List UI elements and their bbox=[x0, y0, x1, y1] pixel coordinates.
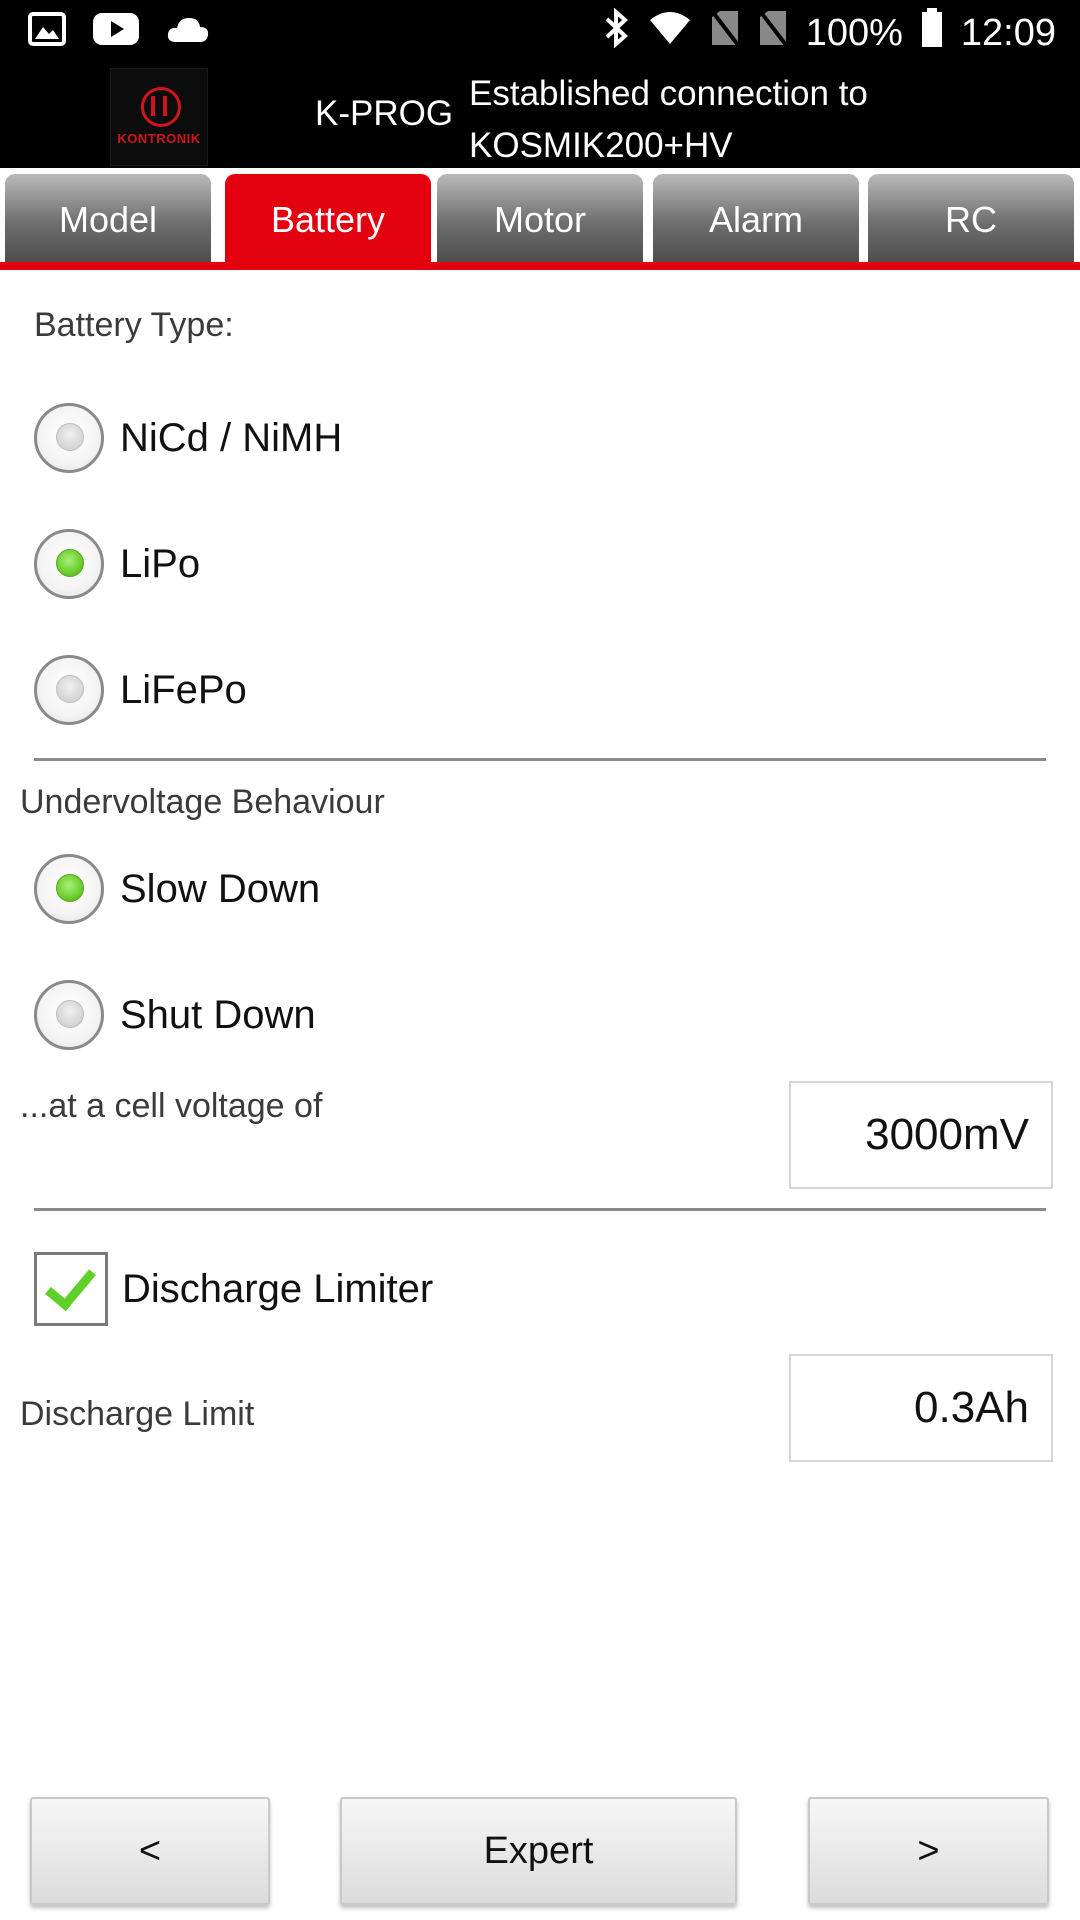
battery-type-label: Battery Type: bbox=[34, 306, 234, 344]
radio-label: Shut Down bbox=[120, 992, 316, 1037]
radio-button[interactable] bbox=[34, 529, 104, 599]
clock: 12:09 bbox=[960, 11, 1056, 54]
tab-underline bbox=[0, 262, 1080, 270]
bluetooth-icon bbox=[604, 7, 630, 58]
discharge-limiter-label: Discharge Limiter bbox=[122, 1267, 434, 1311]
radio-label: LiPo bbox=[120, 541, 201, 586]
undervoltage-label: Undervoltage Behaviour bbox=[20, 783, 385, 821]
tab-battery[interactable]: Battery bbox=[225, 174, 431, 262]
cloud-icon bbox=[166, 14, 210, 49]
tab-alarm[interactable]: Alarm bbox=[653, 174, 859, 262]
expert-button[interactable]: Expert bbox=[340, 1797, 737, 1905]
divider bbox=[34, 758, 1046, 761]
status-bar: 100% 12:09 bbox=[0, 0, 1080, 62]
battery-percent: 100% bbox=[805, 11, 903, 54]
cell-voltage-label: ...at a cell voltage of bbox=[20, 1087, 323, 1125]
discharge-limit-field[interactable]: 0.3Ah bbox=[789, 1354, 1053, 1462]
radio-button[interactable] bbox=[34, 403, 104, 473]
image-icon bbox=[28, 12, 66, 51]
tab-bar: Model Battery Motor Alarm RC bbox=[0, 168, 1080, 272]
youtube-icon bbox=[92, 12, 140, 51]
divider bbox=[34, 1208, 1046, 1211]
radio-lipo[interactable]: LiPo bbox=[34, 526, 200, 602]
no-sim-icon bbox=[710, 9, 740, 57]
tab-motor[interactable]: Motor bbox=[437, 174, 643, 262]
connection-status: Established connection to KOSMIK200+HV bbox=[469, 74, 868, 165]
wifi-icon bbox=[648, 10, 692, 56]
radio-label: LiFePo bbox=[120, 667, 247, 712]
app-header: KONTRONIK K-PROG Established connection … bbox=[0, 62, 1080, 168]
kontronik-logo: KONTRONIK bbox=[110, 68, 208, 166]
radio-label: NiCd / NiMH bbox=[120, 415, 343, 460]
radio-label: Slow Down bbox=[120, 866, 321, 911]
radio-nicd-nimh[interactable]: NiCd / NiMH bbox=[34, 400, 342, 476]
radio-button[interactable] bbox=[34, 655, 104, 725]
radio-button[interactable] bbox=[34, 980, 104, 1050]
radio-slow-down[interactable]: Slow Down bbox=[34, 851, 320, 927]
discharge-limit-label: Discharge Limit bbox=[20, 1395, 255, 1433]
discharge-limiter-checkbox[interactable] bbox=[34, 1252, 108, 1326]
previous-button[interactable]: < bbox=[30, 1797, 270, 1905]
radio-button[interactable] bbox=[34, 854, 104, 924]
no-sim-icon bbox=[758, 9, 788, 57]
next-button[interactable]: > bbox=[808, 1797, 1049, 1905]
tab-model[interactable]: Model bbox=[5, 174, 211, 262]
radio-lifepo[interactable]: LiFePo bbox=[34, 652, 247, 728]
cell-voltage-field[interactable]: 3000mV bbox=[789, 1081, 1053, 1189]
battery-icon bbox=[921, 8, 943, 58]
app-title: K-PROG bbox=[315, 94, 454, 133]
radio-shut-down[interactable]: Shut Down bbox=[34, 977, 316, 1053]
tab-rc[interactable]: RC bbox=[868, 174, 1074, 262]
